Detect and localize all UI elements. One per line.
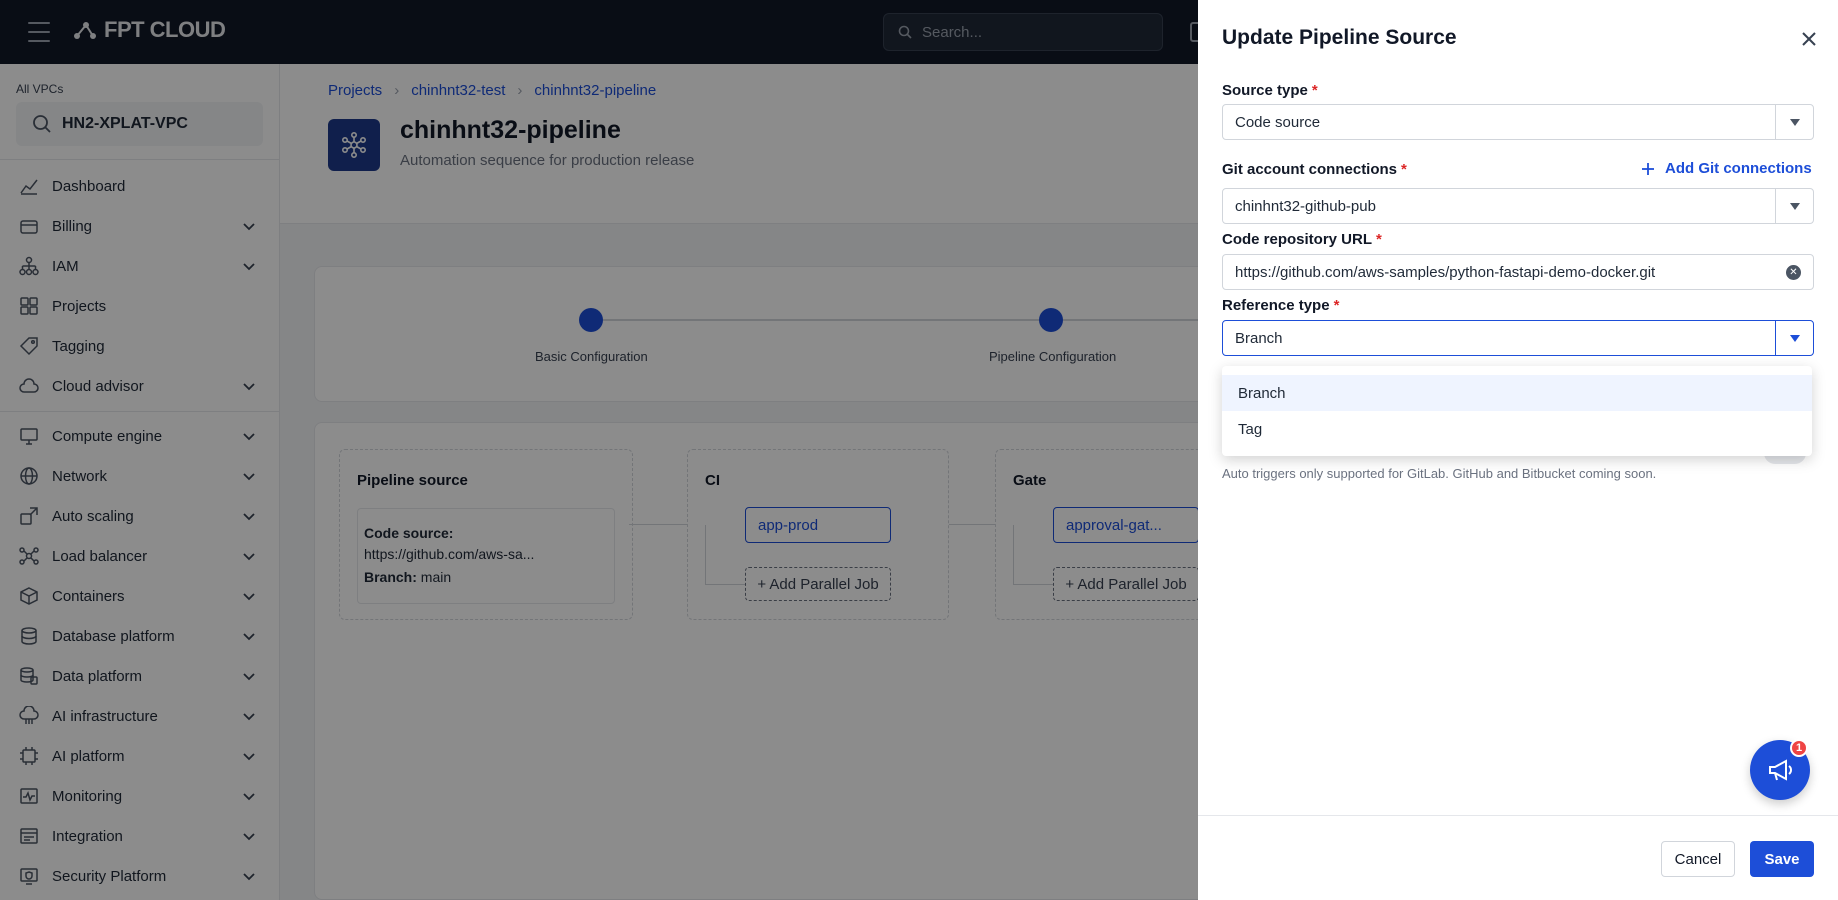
megaphone-icon bbox=[1769, 759, 1792, 781]
reference-type-dropdown: Branch Tag bbox=[1222, 366, 1812, 456]
cancel-button[interactable]: Cancel bbox=[1661, 841, 1735, 877]
dropdown-toggle[interactable] bbox=[1775, 105, 1813, 139]
git-connections-label-text: Git account connections bbox=[1222, 161, 1398, 178]
dropdown-toggle[interactable] bbox=[1775, 321, 1813, 355]
reference-type-label: Reference type * bbox=[1222, 297, 1339, 314]
update-pipeline-source-drawer: Update Pipeline Source Source type * Code… bbox=[1198, 0, 1838, 900]
required-marker: * bbox=[1401, 161, 1407, 178]
source-type-label-text: Source type bbox=[1222, 82, 1308, 99]
caret-down-icon bbox=[1789, 334, 1800, 342]
option-tag[interactable]: Tag bbox=[1222, 411, 1812, 447]
source-type-value: Code source bbox=[1235, 113, 1321, 131]
repo-url-label-text: Code repository URL bbox=[1222, 231, 1373, 248]
drawer-title: Update Pipeline Source bbox=[1222, 26, 1457, 49]
clear-input-icon[interactable]: ✕ bbox=[1786, 265, 1801, 280]
plus-icon bbox=[1642, 162, 1654, 175]
add-git-connections-link[interactable]: Add Git connections bbox=[1641, 160, 1812, 177]
dropdown-toggle[interactable] bbox=[1775, 189, 1813, 223]
save-button[interactable]: Save bbox=[1750, 841, 1814, 877]
close-icon[interactable] bbox=[1798, 28, 1820, 50]
required-marker: * bbox=[1376, 231, 1382, 248]
reference-type-select[interactable]: Branch bbox=[1222, 320, 1814, 356]
reference-type-value: Branch bbox=[1235, 329, 1283, 347]
add-git-connections-text: Add Git connections bbox=[1665, 160, 1812, 177]
source-type-select[interactable]: Code source bbox=[1222, 104, 1814, 140]
git-connections-label: Git account connections * bbox=[1222, 161, 1407, 178]
auto-trigger-hint: Auto triggers only supported for GitLab.… bbox=[1222, 466, 1657, 481]
repo-url-label: Code repository URL * bbox=[1222, 231, 1382, 248]
required-marker: * bbox=[1311, 82, 1318, 99]
required-marker: * bbox=[1333, 297, 1340, 314]
option-branch[interactable]: Branch bbox=[1222, 375, 1812, 411]
source-type-label: Source type * bbox=[1222, 82, 1318, 99]
notification-badge: 1 bbox=[1790, 739, 1808, 757]
repo-url-field[interactable]: ✕ bbox=[1222, 254, 1814, 290]
git-connection-value: chinhnt32-github-pub bbox=[1235, 197, 1376, 215]
git-connection-select[interactable]: chinhnt32-github-pub bbox=[1222, 188, 1814, 224]
drawer-footer: Cancel Save bbox=[1198, 815, 1838, 900]
caret-down-icon bbox=[1789, 202, 1800, 210]
reference-type-label-text: Reference type bbox=[1222, 297, 1330, 314]
announcement-button[interactable]: 1 bbox=[1750, 739, 1810, 800]
caret-down-icon bbox=[1789, 118, 1800, 126]
repo-url-input[interactable] bbox=[1235, 263, 1775, 281]
